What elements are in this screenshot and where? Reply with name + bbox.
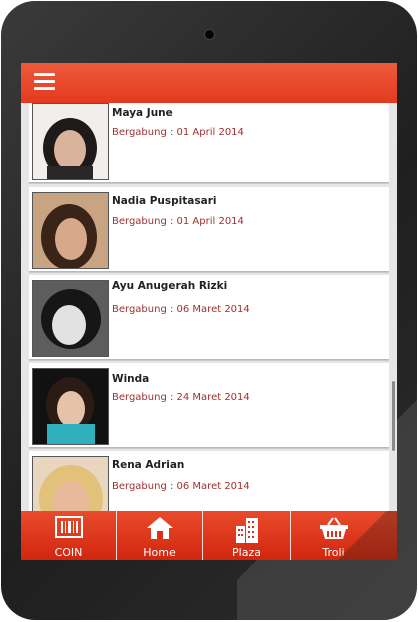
join-date: Bergabung : 01 April 2014 (112, 127, 244, 138)
join-date: Bergabung : 01 April 2014 (112, 216, 244, 227)
nav-plaza[interactable]: Plaza (203, 511, 290, 560)
join-date: Bergabung : 06 Maret 2014 (112, 304, 250, 315)
user-name: Winda (112, 373, 150, 385)
screen-reflection (327, 511, 397, 560)
avatar (32, 192, 109, 269)
avatar (32, 368, 109, 445)
avatar (32, 280, 109, 357)
avatar (32, 456, 109, 511)
nav-label: COIN (54, 546, 83, 559)
user-name: Rena Adrian (112, 459, 185, 471)
hamburger-menu-icon[interactable] (34, 73, 55, 90)
nav-label: Plaza (232, 546, 261, 559)
list-item[interactable]: Nadia Puspitasari Bergabung : 01 April 2… (29, 187, 389, 272)
scrollbar[interactable] (392, 381, 395, 451)
join-date: Bergabung : 24 Maret 2014 (112, 392, 250, 403)
nav-coin[interactable]: COIN (21, 511, 116, 560)
nav-home[interactable]: Home (117, 511, 202, 560)
app-screen: Maya June Bergabung : 01 April 2014 Nadi… (21, 63, 397, 560)
member-list[interactable]: Maya June Bergabung : 01 April 2014 Nadi… (21, 103, 397, 511)
user-name: Ayu Anugerah Rizki (112, 280, 228, 292)
building-icon (233, 516, 261, 548)
front-camera (205, 30, 214, 39)
list-item[interactable]: Ayu Anugerah Rizki Bergabung : 06 Maret … (29, 275, 389, 360)
tablet-frame: Maya June Bergabung : 01 April 2014 Nadi… (1, 1, 417, 620)
home-icon (146, 516, 174, 544)
user-name: Maya June (112, 107, 173, 119)
coin-icon (54, 516, 83, 542)
list-item[interactable]: Maya June Bergabung : 01 April 2014 (29, 103, 389, 183)
nav-label: Home (143, 546, 176, 559)
avatar (32, 103, 109, 180)
list-item[interactable]: Rena Adrian Bergabung : 06 Maret 2014 (29, 451, 389, 511)
join-date: Bergabung : 06 Maret 2014 (112, 481, 250, 492)
list-item[interactable]: Winda Bergabung : 24 Maret 2014 (29, 363, 389, 448)
user-name: Nadia Puspitasari (112, 195, 217, 207)
top-bar (21, 63, 397, 103)
